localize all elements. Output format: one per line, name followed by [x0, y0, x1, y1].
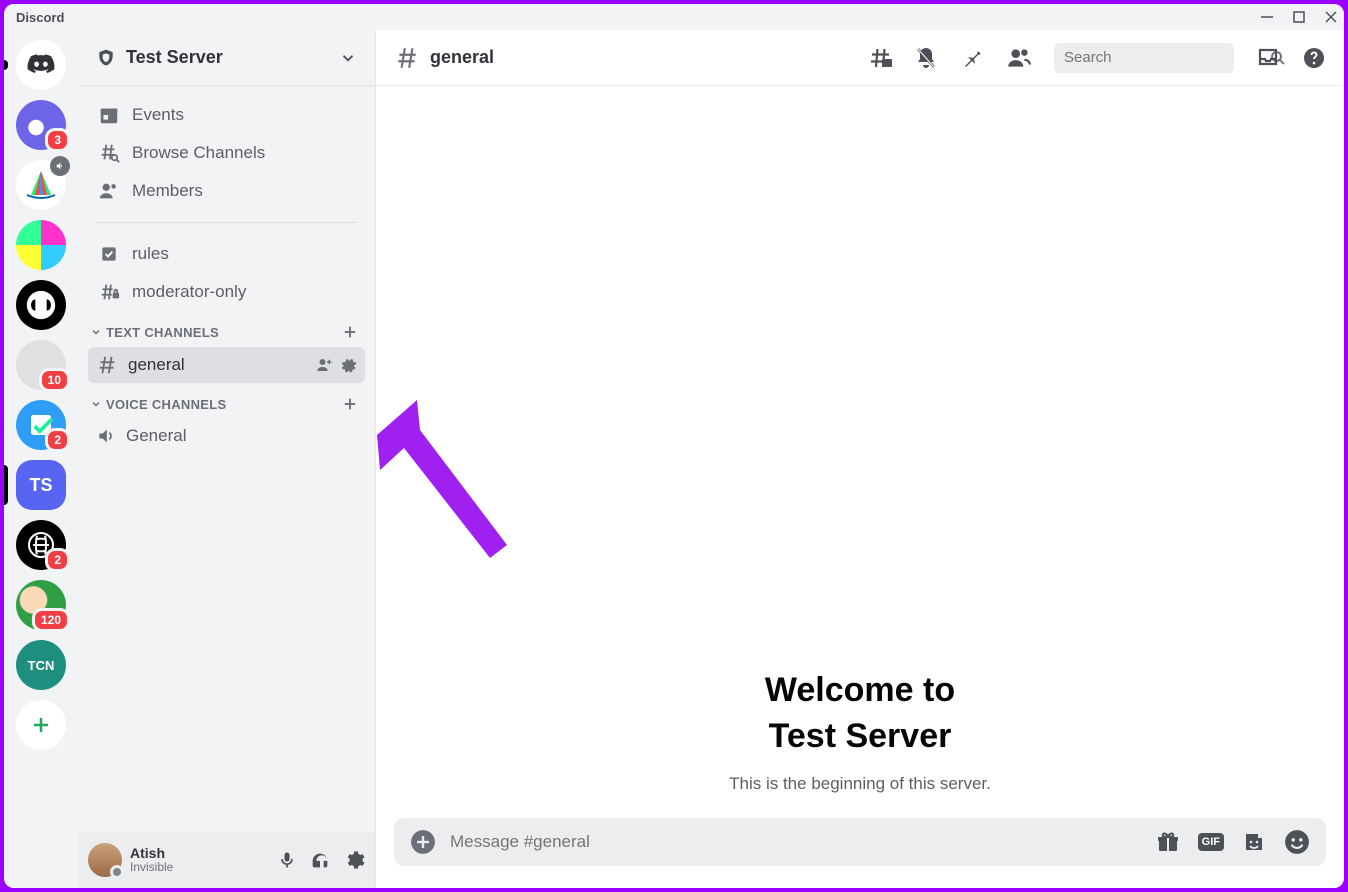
headphones-icon[interactable] — [309, 849, 331, 871]
server-item-s7[interactable]: TS — [16, 460, 66, 510]
welcome-line2: Test Server — [769, 717, 952, 755]
server-item-s2[interactable] — [16, 160, 66, 210]
category-name: TEXT CHANNELS — [106, 325, 219, 340]
hash-icon — [96, 354, 118, 376]
username: Atish — [130, 845, 269, 861]
avatar[interactable] — [88, 843, 122, 877]
browse-icon — [98, 142, 120, 164]
status-indicator — [110, 865, 124, 879]
channel-header: general — [376, 30, 1344, 86]
message-input[interactable] — [450, 832, 1142, 852]
server-item-s10[interactable]: TCN — [16, 640, 66, 690]
main: general Welcome — [376, 30, 1344, 888]
server-header[interactable]: Test Server — [78, 30, 375, 86]
channel-general[interactable]: general — [88, 347, 365, 383]
welcome-block: Welcome to Test Server This is the beginn… — [729, 668, 991, 794]
window-controls — [1260, 10, 1338, 24]
server-name: Test Server — [126, 47, 223, 68]
channel-sidebar: Test Server Events Browse Channels Members… — [78, 30, 376, 888]
nav-members[interactable]: Members — [88, 172, 365, 210]
server-item-s3[interactable] — [16, 220, 66, 270]
invite-icon[interactable] — [315, 356, 333, 374]
sticker-icon[interactable] — [1242, 830, 1266, 854]
nav-label: Members — [132, 181, 203, 201]
gear-icon[interactable] — [339, 356, 357, 374]
user-status: Invisible — [130, 861, 269, 875]
rules-icon — [98, 243, 120, 265]
channel-rules[interactable]: rules — [88, 235, 365, 273]
chevron-down-icon — [339, 49, 357, 67]
gift-icon[interactable] — [1156, 830, 1180, 854]
attach-icon[interactable] — [410, 829, 436, 855]
user-panel: Atish Invisible — [78, 832, 375, 888]
speaker-icon — [96, 426, 116, 446]
channel-title: general — [430, 47, 494, 68]
server-item-home[interactable] — [16, 40, 66, 90]
welcome-sub: This is the beginning of this server. — [729, 774, 991, 794]
server-item-s5[interactable]: 10 — [16, 340, 66, 390]
server-item-add[interactable] — [16, 700, 66, 750]
gif-button[interactable]: GIF — [1198, 833, 1224, 851]
nav-browse-channels[interactable]: Browse Channels — [88, 134, 365, 172]
category-voice-channels[interactable]: VOICE CHANNELS — [88, 383, 365, 419]
memberlist-icon[interactable] — [1006, 45, 1032, 71]
nav-events[interactable]: Events — [88, 96, 365, 134]
threads-icon[interactable] — [868, 46, 892, 70]
category-text-channels[interactable]: TEXT CHANNELS — [88, 311, 365, 347]
nav-label: Events — [132, 105, 184, 125]
server-item-s9[interactable]: 120 — [16, 580, 66, 630]
search-input[interactable] — [1064, 49, 1263, 66]
shield-icon — [96, 48, 116, 68]
nav-label: Browse Channels — [132, 143, 265, 163]
channel-general[interactable]: General — [88, 419, 365, 453]
server-item-s6[interactable]: 2 — [16, 400, 66, 450]
welcome-line1: Welcome to — [765, 671, 955, 709]
server-item-s1[interactable]: 3 — [16, 100, 66, 150]
titlebar: Discord — [4, 4, 1344, 30]
calendar-icon — [98, 104, 120, 126]
minimize-button[interactable] — [1260, 10, 1274, 24]
notifications-icon[interactable] — [914, 46, 938, 70]
add-channel-icon[interactable] — [341, 395, 359, 413]
inbox-icon[interactable] — [1256, 46, 1280, 70]
hash-icon — [394, 45, 420, 71]
messages-area: Welcome to Test Server This is the beginn… — [376, 86, 1344, 818]
channel-label: rules — [132, 244, 169, 264]
gear-icon[interactable] — [343, 849, 365, 871]
app-name: Discord — [16, 10, 64, 25]
emoji-icon[interactable] — [1284, 829, 1310, 855]
message-composer[interactable]: GIF — [394, 818, 1326, 866]
channel-label: general — [128, 355, 185, 375]
channel-moderator-only[interactable]: moderator-only — [88, 273, 365, 311]
search-box[interactable] — [1054, 43, 1234, 73]
server-rail: 3 10 2 TS 2 120 TCN — [4, 30, 78, 888]
category-name: VOICE CHANNELS — [106, 397, 227, 412]
members-icon — [98, 180, 120, 202]
server-item-s8[interactable]: 2 — [16, 520, 66, 570]
channel-label: General — [126, 426, 186, 446]
help-icon[interactable] — [1302, 46, 1326, 70]
pin-icon[interactable] — [960, 46, 984, 70]
maximize-button[interactable] — [1292, 10, 1306, 24]
add-channel-icon[interactable] — [341, 323, 359, 341]
hashlock-icon — [98, 281, 120, 303]
server-item-s4[interactable] — [16, 280, 66, 330]
mic-icon[interactable] — [277, 849, 297, 871]
channel-label: moderator-only — [132, 282, 246, 302]
close-button[interactable] — [1324, 10, 1338, 24]
